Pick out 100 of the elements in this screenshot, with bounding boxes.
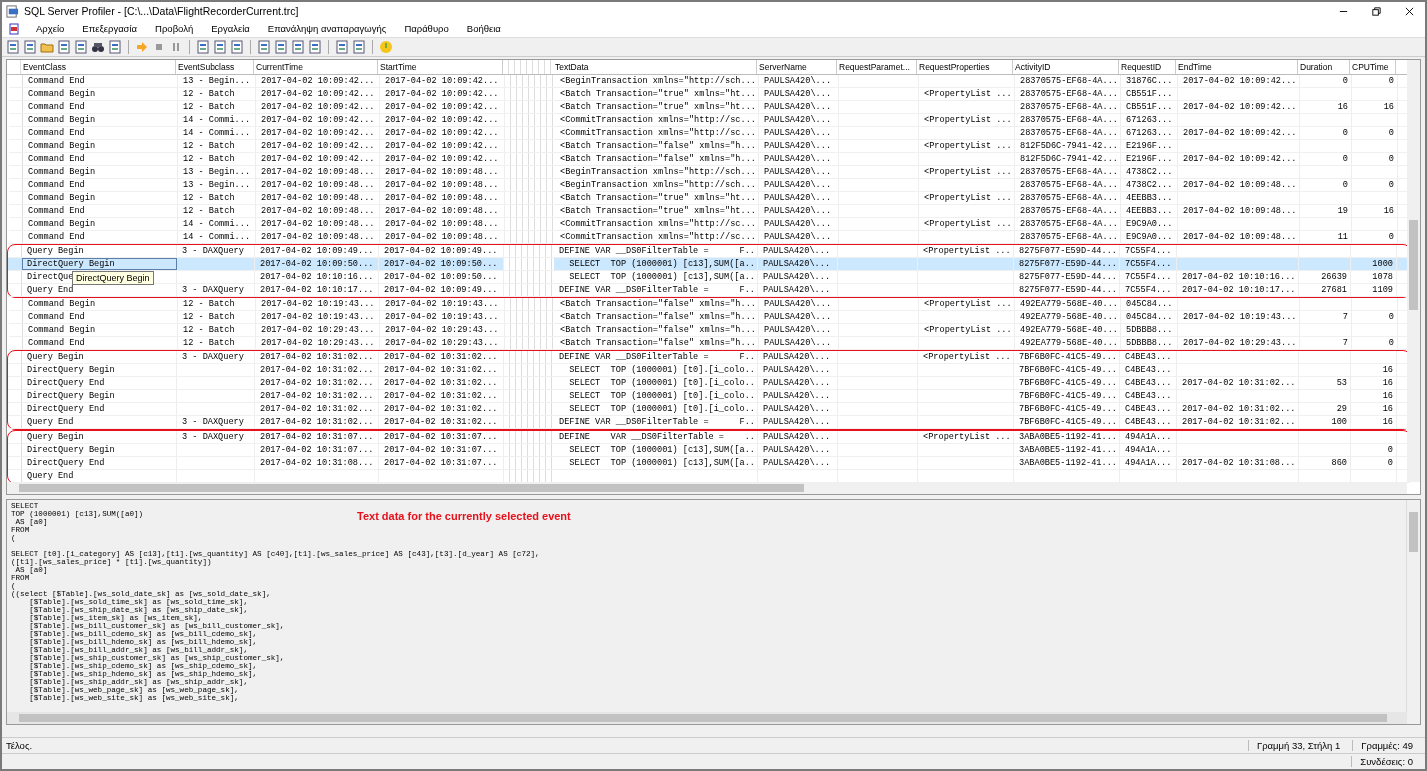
table-cell: 2017-04-02 10:09:48... xyxy=(1178,179,1300,191)
trace-row[interactable]: DirectQuery End 2017-04-02 10:31:02... 2017-04-02 10:31:02... SELECT TOP (1000001) [t0].[i_colo... PAULSA420\... 7BF6B0FC-41C5-49... C4BE43... 2017-04-02 10:31:02... 29 16 xyxy=(8,403,1410,416)
document-icon[interactable] xyxy=(74,40,88,54)
trace-row[interactable]: Command End 12 - Batch 2017-04-02 10:19:43... 2017-04-02 10:19:43... <Batch Transaction="false" xmlns="h... PAULSA420\... 492EA779-568E-40... 045C84... 2017-04-02 10:19:43... 7 0 xyxy=(9,311,1407,324)
trace-row[interactable]: DirectQuery End 2017-04-02 10:31:02... 2017-04-02 10:31:02... SELECT TOP (1000001) [t0].[i_colo... PAULSA420\... 7BF6B0FC-41C5-49... C4BE43... 2017-04-02 10:31:02... 53 16 xyxy=(8,377,1410,390)
document-icon[interactable] xyxy=(308,40,322,54)
trace-row[interactable]: DirectQuery Begin 2017-04-02 10:31:02... 2017-04-02 10:31:02... SELECT TOP (1000001) [t0].[i_colo... PAULSA420\... 7BF6B0FC-41C5-49... C4BE43... 16 xyxy=(8,390,1410,403)
trace-row[interactable]: Query End 3 - DAXQuery 2017-04-02 10:31:02... 2017-04-02 10:31:02... DEFINE VAR __DS0FilterTable = F... PAULSA420\... 7BF6B0FC-41C5-49... C4BE43... 2017-04-02 10:31:02... 100 16 xyxy=(8,416,1410,429)
horizontal-scrollbar[interactable] xyxy=(7,712,1407,724)
table-cell: 0 xyxy=(1300,179,1352,191)
document-icon[interactable] xyxy=(23,40,37,54)
table-cell: PAULSA420\... xyxy=(758,457,838,469)
trace-row[interactable]: Command Begin 12 - Batch 2017-04-02 10:09:42... 2017-04-02 10:09:42... <Batch Transaction="true" xmlns="ht... PAULSA420\... <PropertyList ... 28370575-EF68-4A... CB551F... xyxy=(9,88,1407,101)
column-header[interactable]: Duration xyxy=(1298,60,1350,74)
trace-row[interactable]: Command End 14 - Commi... 2017-04-02 10:09:42... 2017-04-02 10:09:42... <CommitTransaction xmlns="http://sc... PAULSA420\... 28370575-EF68-4A... 671263... 2017-04-02 10:09:42... 0 0 xyxy=(9,127,1407,140)
trace-row[interactable]: Command End 12 - Batch 2017-04-02 10:29:43... 2017-04-02 10:29:43... <Batch Transaction="false" xmlns="h... PAULSA420\... 492EA779-568E-40... 5DBBB8... 2017-04-02 10:29:43... 7 0 xyxy=(9,337,1407,350)
trace-row[interactable]: Command Begin 13 - Begin... 2017-04-02 10:09:48... 2017-04-02 10:09:48... <BeginTransaction xmlns="http://sch... PAULSA420\... <PropertyList ... 28370575-EF68-4A... 4738C2... xyxy=(9,166,1407,179)
table-cell: <BeginTransaction xmlns="http://sch... xyxy=(555,75,759,87)
vertical-scrollbar[interactable] xyxy=(1406,500,1420,712)
document-icon[interactable] xyxy=(291,40,305,54)
trace-row[interactable]: Command Begin 12 - Batch 2017-04-02 10:09:42... 2017-04-02 10:09:42... <Batch Transaction="false" xmlns="h... PAULSA420\... <PropertyList ... 812F5D6C-7941-42... E2196F... xyxy=(9,140,1407,153)
table-cell: 3ABA0BE5-1192-41... xyxy=(1014,431,1120,443)
table-cell: Query Begin xyxy=(22,245,177,257)
table-cell: 0 xyxy=(1351,444,1397,456)
table-cell: 12 - Batch xyxy=(178,205,256,217)
table-cell: 16 xyxy=(1352,101,1398,113)
menu-item[interactable]: Αρχείο xyxy=(34,22,67,35)
table-cell: <PropertyList ... xyxy=(919,218,1015,230)
close-icon[interactable] xyxy=(1404,5,1415,17)
table-cell: PAULSA420\... xyxy=(759,127,839,139)
table-cell: <PropertyList ... xyxy=(919,298,1015,310)
table-cell: 7 xyxy=(1300,337,1352,349)
trace-row[interactable]: DirectQuery Begin 2017-04-02 10:31:07... 2017-04-02 10:31:07... SELECT TOP (1000001) [c13],SUM([a... PAULSA420\... 3ABA0BE5-1192-41... 494A1A... 0 xyxy=(8,444,1410,457)
menu-item[interactable]: Εργαλεία xyxy=(209,22,252,35)
column-header[interactable]: ServerName xyxy=(757,60,837,74)
column-header[interactable]: RequestID xyxy=(1119,60,1176,74)
table-cell: PAULSA420\... xyxy=(758,416,838,428)
table-cell: 0 xyxy=(1300,153,1352,165)
document-icon[interactable] xyxy=(108,40,122,54)
column-header[interactable]: RequestParamet... xyxy=(837,60,917,74)
column-header[interactable]: TextData xyxy=(553,60,757,74)
table-cell: Command End xyxy=(23,231,178,243)
binoculars-icon[interactable] xyxy=(91,40,105,54)
menu-item[interactable]: Επεξεργασία xyxy=(80,22,140,35)
table-cell: 16 xyxy=(1351,403,1397,415)
document-icon[interactable] xyxy=(335,40,349,54)
trace-row[interactable]: Command Begin 12 - Batch 2017-04-02 10:19:43... 2017-04-02 10:19:43... <Batch Transaction="false" xmlns="h... PAULSA420\... <PropertyList ... 492EA779-568E-40... 045C84... xyxy=(9,298,1407,311)
table-cell: 0 xyxy=(1352,231,1398,243)
vertical-scrollbar[interactable] xyxy=(1407,60,1420,482)
trace-row[interactable]: Command Begin 12 - Batch 2017-04-02 10:29:43... 2017-04-02 10:29:43... <Batch Transaction="false" xmlns="h... PAULSA420\... <PropertyList ... 492EA779-568E-40... 5DBBB8... xyxy=(9,324,1407,337)
column-header[interactable]: EndTime xyxy=(1176,60,1298,74)
table-cell: 812F5D6C-7941-42... xyxy=(1015,140,1121,152)
trace-row[interactable]: Command Begin 14 - Commi... 2017-04-02 10:09:42... 2017-04-02 10:09:42... <CommitTransaction xmlns="http://sc... PAULSA420\... <PropertyList ... 28370575-EF68-4A... 671263... xyxy=(9,114,1407,127)
document-icon[interactable] xyxy=(8,22,20,35)
table-cell: PAULSA420\... xyxy=(759,231,839,243)
table-cell: 2017-04-02 10:09:48... xyxy=(1178,231,1300,243)
trace-row[interactable]: Query Begin 3 - DAXQuery 2017-04-02 10:31:07... 2017-04-02 10:31:07... DEFINE VAR __DS0FilterTable = ... PAULSA420\... <PropertyList ... 3ABA0BE5-1192-41... 494A1A... xyxy=(8,431,1410,444)
trace-row[interactable]: Command End 12 - Batch 2017-04-02 10:09:48... 2017-04-02 10:09:48... <Batch Transaction="true" xmlns="ht... PAULSA420\... 28370575-EF68-4A... 4EEBB3... 2017-04-02 10:09:48... 19 16 xyxy=(9,205,1407,218)
document-icon[interactable] xyxy=(213,40,227,54)
document-icon[interactable] xyxy=(274,40,288,54)
table-cell: 2017-04-02 10:29:43... xyxy=(256,324,380,336)
folder-icon[interactable] xyxy=(40,40,54,54)
table-cell: 12 - Batch xyxy=(178,153,256,165)
trace-row[interactable]: Command End 13 - Begin... 2017-04-02 10:09:42... 2017-04-02 10:09:42... <BeginTransaction xmlns="http://sch... PAULSA420\... 28370575-EF68-4A... 31876C... 2017-04-02 10:09:42... 0 0 xyxy=(9,75,1407,88)
trace-row[interactable]: Command Begin 12 - Batch 2017-04-02 10:09:48... 2017-04-02 10:09:48... <Batch Transaction="true" xmlns="ht... PAULSA420\... <PropertyList ... 28370575-EF68-4A... 4EEBB3... xyxy=(9,192,1407,205)
column-header[interactable]: EventClass xyxy=(21,60,176,74)
trace-row[interactable]: Query Begin 3 - DAXQuery 2017-04-02 10:31:02... 2017-04-02 10:31:02... DEFINE VAR __DS0FilterTable = F... PAULSA420\... <PropertyList ... 7BF6B0FC-41C5-49... C4BE43... xyxy=(8,351,1410,364)
document-icon[interactable] xyxy=(6,40,20,54)
table-cell: 3ABA0BE5-1192-41... xyxy=(1014,444,1120,456)
column-header[interactable]: CPUTime xyxy=(1350,60,1396,74)
trace-row[interactable]: Query End 3 - DAXQuery 2017-04-02 10:10:17... 2017-04-02 10:09:49... DEFINE VAR __DS0FilterTable = F... PAULSA420\... 8275F077-E59D-44... 7C55F4... 2017-04-02 10:10:17... 27681 1109 xyxy=(8,284,1410,297)
column-header[interactable]: CurrentTime xyxy=(254,60,378,74)
column-header[interactable]: RequestProperties xyxy=(917,60,1013,74)
table-cell: 2017-04-02 10:09:48... xyxy=(1178,205,1300,217)
document-icon[interactable] xyxy=(57,40,71,54)
document-icon[interactable] xyxy=(196,40,210,54)
document-icon[interactable] xyxy=(257,40,271,54)
trace-row[interactable]: Command End 12 - Batch 2017-04-02 10:09:42... 2017-04-02 10:09:42... <Batch Transaction="true" xmlns="ht... PAULSA420\... 28370575-EF68-4A... CB551F... 2017-04-02 10:09:42... 16 16 xyxy=(9,101,1407,114)
table-cell: 14 - Commi... xyxy=(178,114,256,126)
trace-row[interactable]: Command End 12 - Batch 2017-04-02 10:09:42... 2017-04-02 10:09:42... <Batch Transaction="false" xmlns="h... PAULSA420\... 812F5D6C-7941-42... E2196F... 2017-04-02 10:09:42... 0 0 xyxy=(9,153,1407,166)
horizontal-scrollbar[interactable] xyxy=(7,482,1407,494)
trace-row[interactable]: DirectQuery Begin 2017-04-02 10:31:02... 2017-04-02 10:31:02... SELECT TOP (1000001) [t0].[i_colo... PAULSA420\... 7BF6B0FC-41C5-49... C4BE43... 16 xyxy=(8,364,1410,377)
menu-item[interactable]: Βοήθεια xyxy=(464,22,503,35)
column-header[interactable]: ActivityID xyxy=(1013,60,1119,74)
menu-item[interactable]: Προβολή xyxy=(153,22,196,35)
table-cell: E9C9A0... xyxy=(1121,231,1178,243)
document-icon[interactable] xyxy=(352,40,366,54)
menu-item[interactable]: Επανάληψη αναπαραγωγής xyxy=(265,22,389,35)
trace-row[interactable]: DirectQuery End 2017-04-02 10:31:08... 2017-04-02 10:31:07... SELECT TOP (1000001) [c13],SUM([a... PAULSA420\... 3ABA0BE5-1192-41... 494A1A... 2017-04-02 10:31:08... 860 0 xyxy=(8,457,1410,470)
column-header[interactable]: EventSubclass xyxy=(176,60,254,74)
trace-row[interactable]: Command End 14 - Commi... 2017-04-02 10:09:48... 2017-04-02 10:09:48... <CommitTransaction xmlns="http://sc... PAULSA420\... 28370575-EF68-4A... E9C9A0... 2017-04-02 10:09:48... 11 0 xyxy=(9,231,1407,244)
table-cell: SELECT TOP (1000001) [t0].[i_colo... xyxy=(554,377,758,389)
restore-icon[interactable] xyxy=(1371,5,1382,17)
trace-row[interactable]: Command Begin 14 - Commi... 2017-04-02 10:09:48... 2017-04-02 10:09:48... <CommitTransaction xmlns="http://sc... PAULSA420\... <PropertyList ... 28370575-EF68-4A... E9C9A0... xyxy=(9,218,1407,231)
table-cell: Command End xyxy=(23,337,178,349)
trace-row[interactable]: DirectQuery Begin 2017-04-02 10:09:50... 2017-04-02 10:09:50... SELECT TOP (1000001) [c13],SUM([a... PAULSA420\... 8275F077-E59D-44... 7C55F4... 1000 xyxy=(8,258,1410,271)
trace-row[interactable]: Command End 13 - Begin... 2017-04-02 10:09:48... 2017-04-02 10:09:48... <BeginTransaction xmlns="http://sch... PAULSA420\... 28370575-EF68-4A... 4738C2... 2017-04-02 10:09:48... 0 0 xyxy=(9,179,1407,192)
table-cell: 3 - DAXQuery xyxy=(177,284,255,296)
menu-item[interactable]: Παράθυρο xyxy=(402,22,451,35)
document-icon[interactable] xyxy=(230,40,244,54)
